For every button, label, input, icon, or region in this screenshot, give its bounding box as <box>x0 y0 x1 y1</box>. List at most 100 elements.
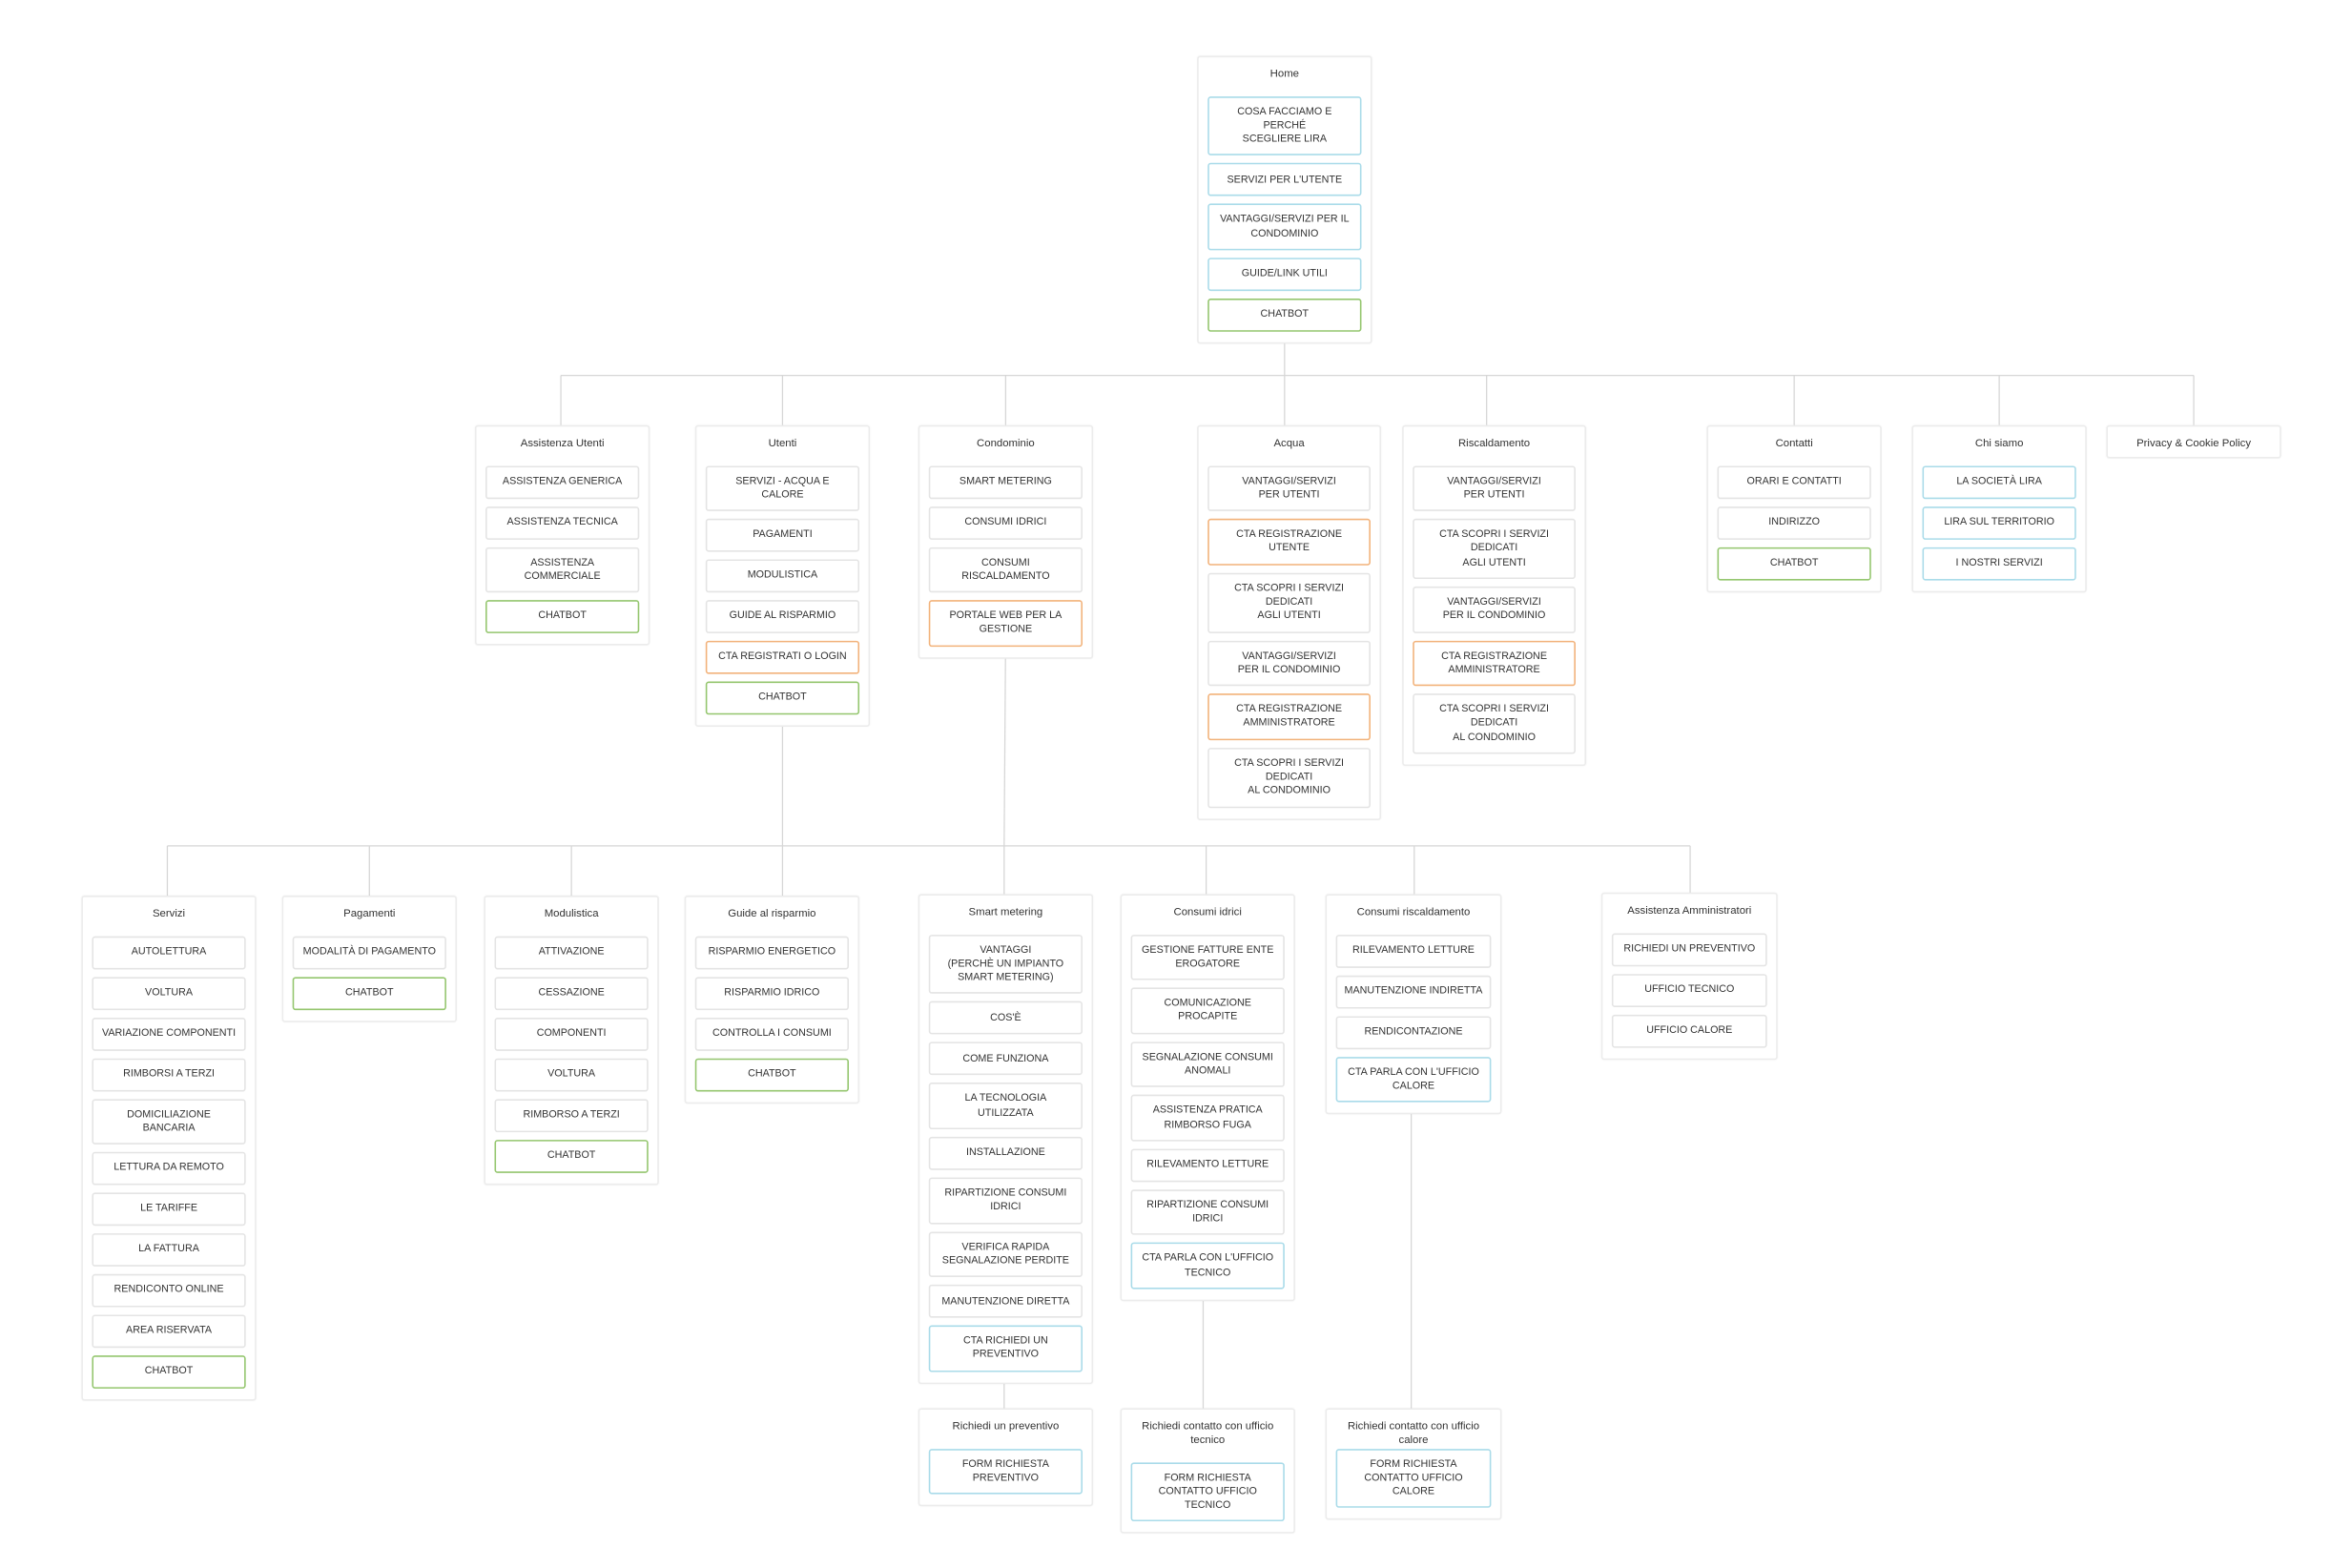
page-item[interactable]: CTA PARLA CON L'UFFICIO CALORE <box>1335 1056 1492 1103</box>
node-consumi-riscaldamento: Consumi riscaldamento RILEVAMENTO LETTURE… <box>1325 894 1502 1115</box>
page-item[interactable]: CTA SCOPRI I SERVIZI DEDICATI AL CONDOMI… <box>1207 747 1371 808</box>
page-item[interactable]: LIRA SUL TERRITORIO <box>1922 505 2076 540</box>
page-item[interactable]: COS'È <box>928 1001 1083 1036</box>
page-item[interactable]: MODULISTICA <box>705 559 860 593</box>
page-item[interactable]: COSA FACCIAMO E PERCHÉ SCEGLIERE LIRA <box>1207 95 1362 156</box>
page-item[interactable]: MANUTENZIONE INDIRETTA <box>1335 974 1492 1008</box>
page-item[interactable]: LA SOCIETÀ LIRA <box>1922 464 2076 499</box>
page-item[interactable]: UFFICIO TECNICO <box>1611 973 1767 1007</box>
page-item[interactable]: FORM RICHIESTA CONTATTO UFFICIO CALORE <box>1335 1448 1492 1509</box>
page-item[interactable]: CHATBOT <box>694 1057 849 1091</box>
node-title: Utenti <box>768 435 797 450</box>
page-item[interactable]: CHATBOT <box>1207 298 1362 332</box>
page-item[interactable]: CHATBOT <box>485 600 640 634</box>
page-item[interactable]: RIPARTIZIONE CONSUMI IDRICI <box>1130 1189 1285 1236</box>
page-item[interactable]: VOLTURA <box>92 976 246 1010</box>
page-item[interactable]: LETTURA DA REMOTO <box>92 1151 246 1186</box>
node-title: Assistenza Amministratori <box>1627 902 1752 918</box>
page-item[interactable]: AREA RISERVATA <box>92 1314 246 1349</box>
node-pagamenti: Pagamenti MODALITÀ DI PAGAMENTO CHATBOT <box>281 895 457 1021</box>
page-item[interactable]: VANTAGGI (PERCHÈ UN IMPIANTO SMART METER… <box>928 934 1083 995</box>
page-item[interactable]: AUTOLETTURA <box>92 935 246 969</box>
page-item[interactable]: CHATBOT <box>1717 547 1871 580</box>
page-item[interactable]: COMPONENTI <box>494 1017 649 1051</box>
page-item[interactable]: DOMICILIAZIONE BANCARIA <box>92 1098 246 1145</box>
page-item[interactable]: CONSUMI IDRICI <box>928 505 1083 540</box>
page-item[interactable]: CHATBOT <box>705 681 860 715</box>
node-title: Assistenza Utenti <box>520 435 605 450</box>
page-item[interactable]: CTA REGISTRAZIONE AMMINISTRATORE <box>1413 640 1576 687</box>
page-item[interactable]: VERIFICA RAPIDA SEGNALAZIONE PERDITE <box>928 1230 1083 1278</box>
page-item[interactable]: COME FUNZIONA <box>928 1042 1083 1076</box>
page-item[interactable]: RISPARMIO IDRICO <box>694 976 849 1010</box>
page-item[interactable]: VOLTURA <box>494 1057 649 1091</box>
page-item[interactable]: CONTROLLA I CONSUMI <box>694 1017 849 1051</box>
page-item[interactable]: UFFICIO CALORE <box>1611 1014 1767 1047</box>
page-item[interactable]: RENDICONTO ONLINE <box>92 1273 246 1308</box>
node-title: Guide al risparmio <box>728 906 816 920</box>
node-title: Consumi idrici <box>1173 904 1242 918</box>
page-item[interactable]: SMART METERING <box>928 464 1083 499</box>
node-title: Smart metering <box>968 904 1043 918</box>
page-item[interactable]: CTA PARLA CON L'UFFICIO TECNICO <box>1130 1243 1285 1289</box>
node-title: Contatti <box>1775 435 1813 450</box>
page-item[interactable]: RILEVAMENTO LETTURE <box>1335 934 1492 968</box>
page-item[interactable]: CTA SCOPRI I SERVIZI DEDICATI AGLI UTENT… <box>1413 518 1576 580</box>
page-item[interactable]: ASSISTENZA GENERICA <box>485 464 640 499</box>
page-item[interactable]: ASSISTENZA TECNICA <box>485 505 640 540</box>
page-item[interactable]: CHATBOT <box>292 976 446 1010</box>
page-item[interactable]: ASSISTENZA PRATICA RIMBORSO FUGA <box>1130 1095 1285 1142</box>
page-item[interactable]: INSTALLAZIONE <box>928 1136 1083 1170</box>
page-item[interactable]: ORARI E CONTATTI <box>1717 464 1871 499</box>
page-item[interactable]: SERVIZI - ACQUA E CALORE <box>705 464 860 512</box>
page-item[interactable]: VANTAGGI/SERVIZI PER IL CONDOMINIO <box>1207 640 1371 687</box>
page-item[interactable]: ASSISTENZA COMMERCIALE <box>485 547 640 593</box>
node-riscaldamento: Riscaldamento VANTAGGI/SERVIZI PER UTENTI… <box>1402 424 1587 767</box>
page-item[interactable]: CTA SCOPRI I SERVIZI DEDICATI AL CONDOMI… <box>1413 693 1576 754</box>
page-item[interactable]: RILEVAMENTO LETTURE <box>1130 1148 1285 1183</box>
page-item[interactable]: MANUTENZIONE DIRETTA <box>928 1285 1083 1318</box>
page-item[interactable]: PORTALE WEB PER LA GESTIONE <box>928 600 1083 647</box>
page-item[interactable]: RIMBORSO A TERZI <box>494 1098 649 1132</box>
page-item[interactable]: CONSUMI RISCALDAMENTO <box>928 547 1083 593</box>
page-item[interactable]: ATTIVAZIONE <box>494 935 649 969</box>
page-item[interactable]: RISPARMIO ENERGETICO <box>694 935 849 969</box>
node-utenti: Utenti SERVIZI - ACQUA E CALORE PAGAMENTI M… <box>694 424 871 728</box>
node-title: Condominio <box>977 435 1035 450</box>
page-item[interactable]: SERVIZI PER L'UTENTE <box>1207 163 1362 197</box>
page-item[interactable]: COMUNICAZIONE PROCAPITE <box>1130 987 1285 1034</box>
page-item[interactable]: RICHIEDI UN PREVENTIVO <box>1611 932 1767 966</box>
page-item[interactable]: VANTAGGI/SERVIZI PER IL CONDOMINIO <box>1207 204 1362 251</box>
page-item[interactable]: RIPARTIZIONE CONSUMI IDRICI <box>928 1177 1083 1224</box>
page-item[interactable]: CTA REGISTRAZIONE AMMINISTRATORE <box>1207 693 1371 740</box>
page-item[interactable]: FORM RICHIESTA CONTATTO UFFICIO TECNICO <box>1130 1461 1285 1522</box>
page-item[interactable]: SEGNALAZIONE CONSUMI ANOMALI <box>1130 1041 1285 1088</box>
page-item[interactable]: CHATBOT <box>494 1139 649 1173</box>
page-item[interactable]: CHATBOT <box>92 1355 246 1390</box>
page-item[interactable]: CTA SCOPRI I SERVIZI DEDICATI AGLI UTENT… <box>1207 572 1371 633</box>
page-item[interactable]: LA TECNOLOGIA UTILIZZATA <box>928 1083 1083 1129</box>
node-privacy: Privacy & Cookie Policy <box>2106 424 2281 459</box>
page-item[interactable]: PAGAMENTI <box>705 518 860 552</box>
page-item[interactable]: I NOSTRI SERVIZI <box>1922 547 2076 580</box>
page-item[interactable]: GUIDE AL RISPARMIO <box>705 600 860 634</box>
page-item[interactable]: RIMBORSI A TERZI <box>92 1057 246 1091</box>
page-item[interactable]: LA FATTURA <box>92 1233 246 1268</box>
node-consumi-idrici: Consumi idrici GESTIONE FATTURE ENTE EROG… <box>1120 894 1295 1302</box>
page-item[interactable]: LE TARIFFE <box>92 1192 246 1227</box>
page-item[interactable]: CTA REGISTRAZIONE UTENTE <box>1207 518 1371 566</box>
page-item[interactable]: CESSAZIONE <box>494 976 649 1010</box>
page-item[interactable]: GUIDE/LINK UTILI <box>1207 258 1362 292</box>
page-item[interactable]: VARIAZIONE COMPONENTI <box>92 1017 246 1051</box>
page-item[interactable]: GESTIONE FATTURE ENTE EROGATORE <box>1130 934 1285 980</box>
page-item[interactable]: CTA REGISTRATI O LOGIN <box>705 640 860 674</box>
node-title: Home <box>1269 66 1300 80</box>
page-item[interactable]: VANTAGGI/SERVIZI PER IL CONDOMINIO <box>1413 586 1576 633</box>
page-item[interactable]: FORM RICHIESTA PREVENTIVO <box>928 1448 1083 1495</box>
page-item[interactable]: MODALITÀ DI PAGAMENTO <box>292 935 446 969</box>
page-item[interactable]: INDIRIZZO <box>1717 505 1871 540</box>
page-item[interactable]: RENDICONTAZIONE <box>1335 1015 1492 1049</box>
page-item[interactable]: VANTAGGI/SERVIZI PER UTENTI <box>1413 464 1576 512</box>
page-item[interactable]: CTA RICHIEDI UN PREVENTIVO <box>928 1325 1083 1372</box>
page-item[interactable]: VANTAGGI/SERVIZI PER UTENTI <box>1207 464 1371 512</box>
